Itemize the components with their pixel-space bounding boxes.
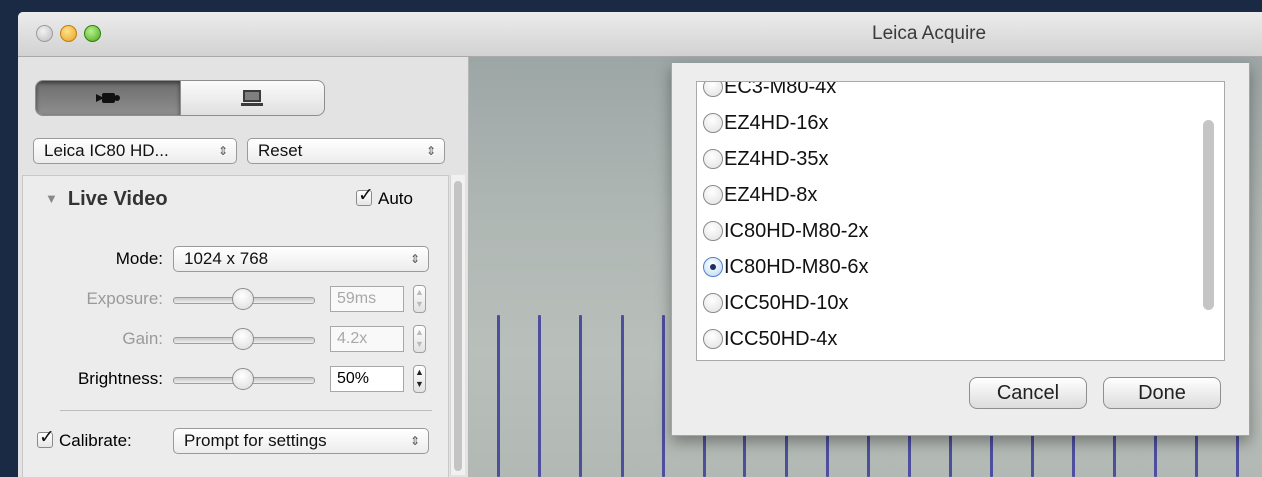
list-item-label: EZ4HD-35x bbox=[724, 147, 829, 170]
gain-stepper[interactable]: ▲ ▼ bbox=[413, 325, 426, 353]
list-item[interactable]: ICC50HD-4x bbox=[703, 321, 837, 357]
list-item[interactable]: EZ4HD-8x bbox=[703, 177, 817, 213]
mode-segmented-control bbox=[35, 80, 325, 116]
minimize-window-button[interactable] bbox=[60, 25, 77, 42]
gain-field[interactable]: 4.2x bbox=[330, 326, 404, 352]
display-icon bbox=[241, 90, 264, 106]
gain-slider-knob[interactable] bbox=[232, 328, 254, 350]
scale-mark bbox=[579, 315, 582, 477]
radio-button[interactable] bbox=[703, 113, 723, 133]
auto-checkbox[interactable]: ✓ bbox=[356, 185, 374, 206]
mode-select-value: 1024 x 768 bbox=[184, 249, 269, 268]
app-window: Leica Acquire Leica IC80 HD... ⇕ Reset ⇕… bbox=[18, 12, 1262, 477]
reset-select[interactable]: Reset ⇕ bbox=[247, 138, 445, 164]
section-divider bbox=[60, 410, 432, 411]
sidebar: Leica IC80 HD... ⇕ Reset ⇕ ▼ Live Video ✓… bbox=[18, 57, 469, 477]
list-item-label: EZ4HD-16x bbox=[724, 111, 829, 134]
scale-mark bbox=[497, 315, 500, 477]
calibration-list: EC3-M80-4x EZ4HD-16x EZ4HD-35x EZ4HD-8x IC80… bbox=[696, 81, 1225, 361]
sidebar-scrollbar-thumb[interactable] bbox=[454, 181, 462, 471]
list-item-label: IC80HD-M80-2x bbox=[724, 219, 869, 242]
live-video-panel: ▼ Live Video ✓ Auto Mode: 1024 x 768 ⇕ Ex… bbox=[22, 175, 449, 477]
scale-mark bbox=[621, 315, 624, 477]
calibrate-checkbox[interactable]: ✓ bbox=[37, 427, 55, 448]
chevron-updown-icon: ⇕ bbox=[409, 252, 420, 266]
auto-label: Auto bbox=[378, 189, 413, 208]
live-video-header[interactable]: ▼ Live Video bbox=[45, 188, 168, 211]
brightness-stepper[interactable]: ▲ ▼ bbox=[413, 365, 426, 393]
scale-mark bbox=[662, 315, 665, 477]
brightness-label: Brightness: bbox=[77, 369, 163, 388]
radio-button[interactable] bbox=[703, 221, 723, 241]
list-item[interactable]: EZ4HD-35x bbox=[703, 141, 828, 177]
radio-button[interactable] bbox=[703, 329, 723, 349]
done-button[interactable]: Done bbox=[1103, 377, 1221, 409]
zoom-window-button[interactable] bbox=[84, 25, 101, 42]
live-video-title: Live Video bbox=[67, 188, 168, 210]
camera-select[interactable]: Leica IC80 HD... ⇕ bbox=[33, 138, 237, 164]
calibrate-select[interactable]: Prompt for settings ⇕ bbox=[173, 428, 429, 454]
radio-button[interactable] bbox=[703, 185, 723, 205]
chevron-updown-icon: ⇕ bbox=[425, 144, 436, 158]
exposure-field[interactable]: 59ms bbox=[330, 286, 404, 312]
calibrate-label: Calibrate: bbox=[59, 431, 132, 450]
calibration-sheet: EC3-M80-4x EZ4HD-16x EZ4HD-35x EZ4HD-8x IC80… bbox=[671, 63, 1250, 436]
mode-label: Mode: bbox=[115, 249, 163, 268]
checkmark-icon: ✓ bbox=[39, 427, 55, 448]
list-item[interactable]: IC80HD-M80-2x bbox=[703, 213, 868, 249]
chevron-updown-icon: ⇕ bbox=[409, 434, 420, 448]
exposure-stepper[interactable]: ▲ ▼ bbox=[413, 285, 426, 313]
window-title: Leica Acquire bbox=[872, 23, 987, 44]
exposure-label: Exposure: bbox=[86, 289, 163, 308]
checkmark-icon: ✓ bbox=[358, 185, 374, 206]
exposure-slider-knob[interactable] bbox=[232, 288, 254, 310]
list-item-label: ICC50HD-10x bbox=[724, 291, 849, 314]
radio-button[interactable] bbox=[703, 293, 723, 313]
list-item-label: ICC50HD-4x bbox=[724, 327, 838, 350]
disclosure-triangle-icon: ▼ bbox=[45, 191, 58, 206]
list-item[interactable]: EC3-M80-4x bbox=[703, 81, 837, 105]
radio-button[interactable] bbox=[703, 257, 723, 277]
chevron-updown-icon: ⇕ bbox=[217, 144, 228, 158]
list-item[interactable]: IC80HD-M80-6x bbox=[703, 249, 868, 285]
gain-label: Gain: bbox=[122, 329, 163, 348]
title-bar: Leica Acquire bbox=[18, 12, 1262, 57]
radio-button[interactable] bbox=[703, 149, 723, 169]
radio-button[interactable] bbox=[703, 82, 723, 97]
video-camera-icon bbox=[95, 93, 120, 103]
calibration-list-scrollbar[interactable] bbox=[1203, 120, 1214, 310]
video-mode-button[interactable] bbox=[36, 81, 180, 115]
sidebar-scrollbar[interactable] bbox=[450, 175, 465, 475]
scale-mark bbox=[538, 315, 541, 477]
list-item-label: EC3-M80-4x bbox=[724, 81, 837, 98]
list-item-label: IC80HD-M80-6x bbox=[724, 255, 869, 278]
list-item[interactable]: ICC50HD-10x bbox=[703, 285, 848, 321]
brightness-slider-knob[interactable] bbox=[232, 368, 254, 390]
list-item-label: EZ4HD-8x bbox=[724, 183, 818, 206]
mode-select[interactable]: 1024 x 768 ⇕ bbox=[173, 246, 429, 272]
snapshot-mode-button[interactable] bbox=[179, 81, 325, 115]
camera-select-value: Leica IC80 HD... bbox=[44, 141, 169, 160]
cancel-button[interactable]: Cancel bbox=[969, 377, 1087, 409]
list-item[interactable]: EZ4HD-16x bbox=[703, 105, 828, 141]
brightness-field[interactable]: 50% bbox=[330, 366, 404, 392]
close-window-button[interactable] bbox=[36, 25, 53, 42]
reset-select-value: Reset bbox=[258, 141, 303, 160]
calibrate-select-value: Prompt for settings bbox=[184, 431, 327, 450]
